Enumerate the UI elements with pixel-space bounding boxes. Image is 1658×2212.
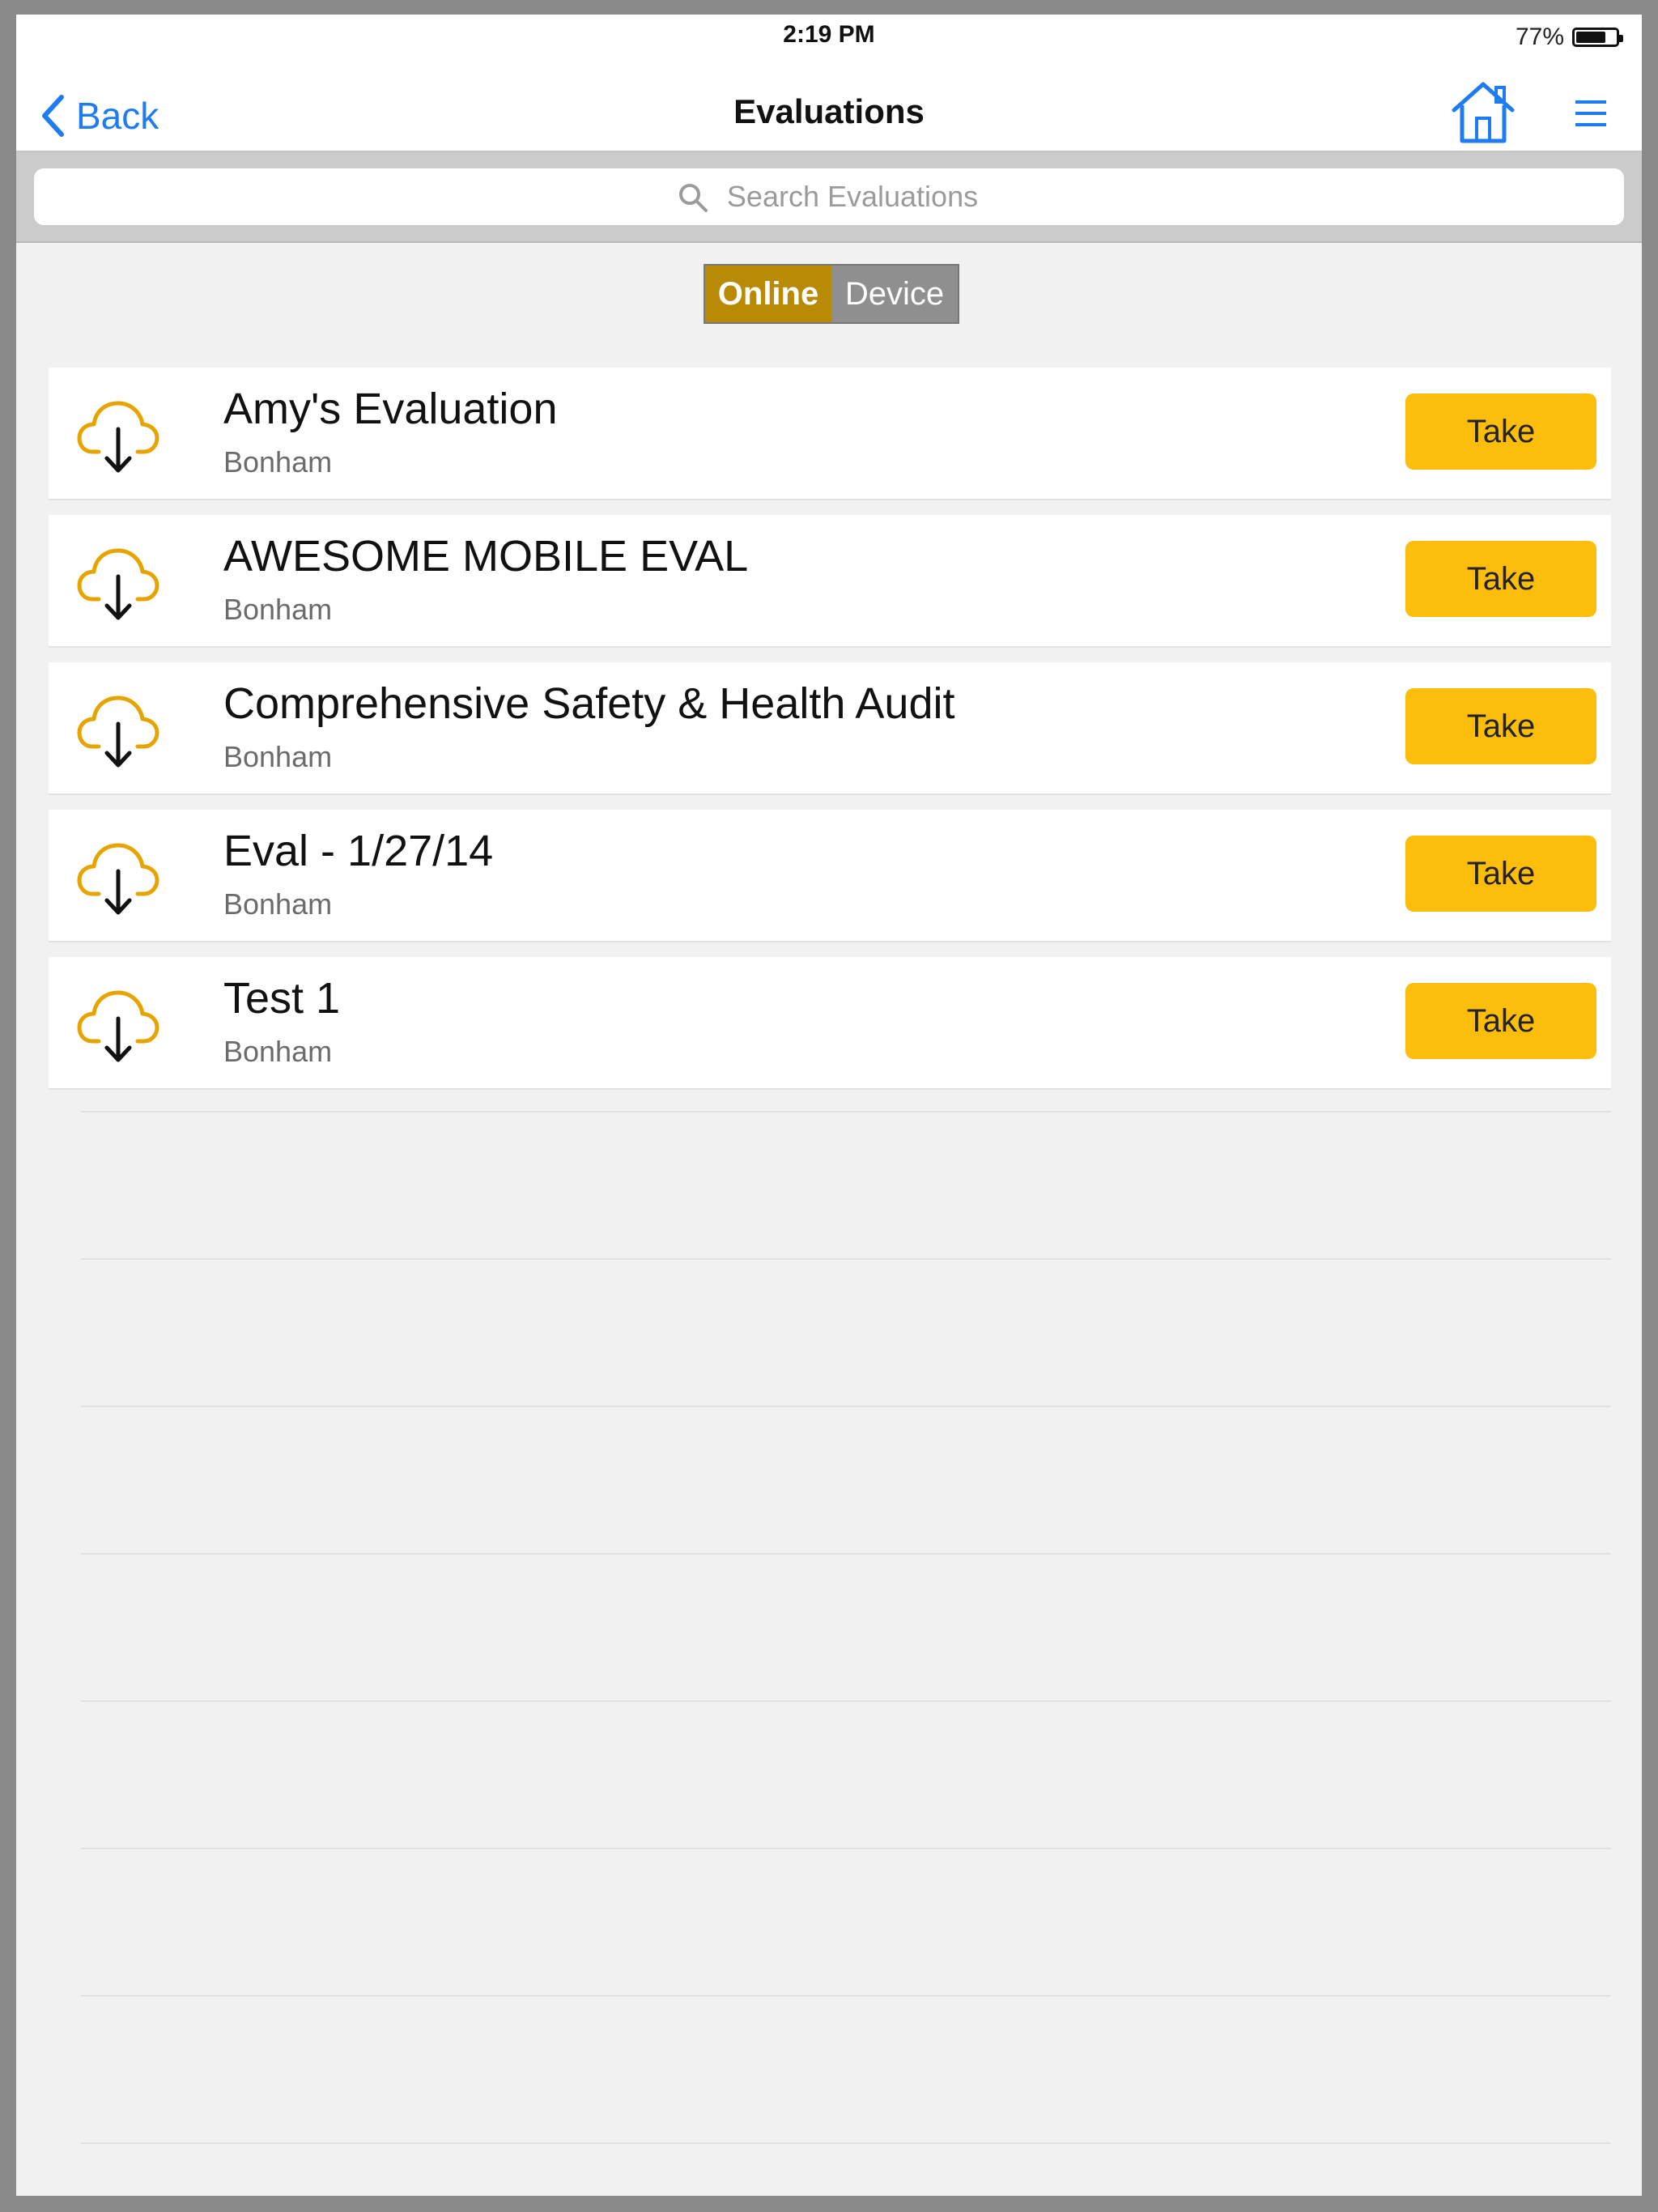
- evaluation-row[interactable]: Amy's Evaluation Bonham Take: [49, 368, 1611, 499]
- menu-button[interactable]: [1571, 96, 1611, 131]
- take-button[interactable]: Take: [1405, 836, 1596, 912]
- evaluation-location: Bonham: [223, 740, 333, 773]
- take-button[interactable]: Take: [1405, 983, 1596, 1059]
- evaluation-location: Bonham: [223, 593, 333, 626]
- take-button[interactable]: Take: [1405, 393, 1596, 470]
- home-button[interactable]: [1449, 78, 1517, 146]
- empty-row-separator: [81, 1700, 1611, 1702]
- search-bar: [16, 152, 1642, 243]
- evaluation-list: Amy's Evaluation Bonham Take AWESOME MOBILE…: [49, 368, 1611, 1104]
- cloud-download-icon: [76, 542, 160, 623]
- status-time: 2:19 PM: [783, 21, 875, 48]
- source-segmented-control: Online Device: [704, 264, 959, 324]
- navigation-bar: 2:19 PM 77% Back Evaluations: [16, 15, 1642, 152]
- search-input[interactable]: [34, 168, 1624, 225]
- evaluation-title: AWESOME MOBILE EVAL: [223, 532, 749, 581]
- empty-row-separator: [81, 1848, 1611, 1849]
- empty-row-separator: [81, 1258, 1611, 1260]
- evaluation-row[interactable]: Comprehensive Safety & Health Audit Bonha…: [49, 662, 1611, 793]
- battery-icon: [1572, 28, 1623, 47]
- take-button[interactable]: Take: [1405, 541, 1596, 617]
- page-title: Evaluations: [733, 92, 925, 130]
- cloud-download-icon: [76, 837, 160, 918]
- empty-row-separator: [81, 1111, 1611, 1112]
- battery-percent: 77%: [1515, 23, 1564, 50]
- evaluation-location: Bonham: [223, 445, 333, 479]
- evaluation-row[interactable]: Test 1 Bonham Take: [49, 957, 1611, 1088]
- empty-row-separator: [81, 1995, 1611, 1997]
- menu-icon: [1575, 100, 1606, 126]
- evaluation-location: Bonham: [223, 1035, 333, 1068]
- evaluation-title: Test 1: [223, 974, 341, 1023]
- home-icon: [1452, 82, 1515, 143]
- cloud-download-icon: [76, 690, 160, 771]
- app-screen: 2:19 PM 77% Back Evaluations Search Eval…: [16, 15, 1642, 2196]
- evaluation-title: Eval - 1/27/14: [223, 827, 494, 875]
- battery-fill: [1576, 32, 1606, 43]
- evaluation-row[interactable]: Eval - 1/27/14 Bonham Take: [49, 810, 1611, 941]
- evaluation-title: Amy's Evaluation: [223, 385, 558, 433]
- take-button[interactable]: Take: [1405, 688, 1596, 764]
- segment-online[interactable]: Online: [705, 266, 831, 322]
- cloud-download-icon: [76, 395, 160, 476]
- evaluation-row[interactable]: AWESOME MOBILE EVAL Bonham Take: [49, 515, 1611, 646]
- empty-row-separator: [81, 1553, 1611, 1555]
- cloud-download-icon: [76, 985, 160, 1066]
- battery-tip: [1619, 35, 1623, 42]
- battery-status: 77%: [1515, 21, 1623, 53]
- evaluation-title: Comprehensive Safety & Health Audit: [223, 679, 955, 728]
- empty-row-separator: [81, 1406, 1611, 1407]
- evaluation-location: Bonham: [223, 887, 333, 921]
- segment-device[interactable]: Device: [831, 266, 958, 322]
- empty-row-separator: [81, 2142, 1611, 2144]
